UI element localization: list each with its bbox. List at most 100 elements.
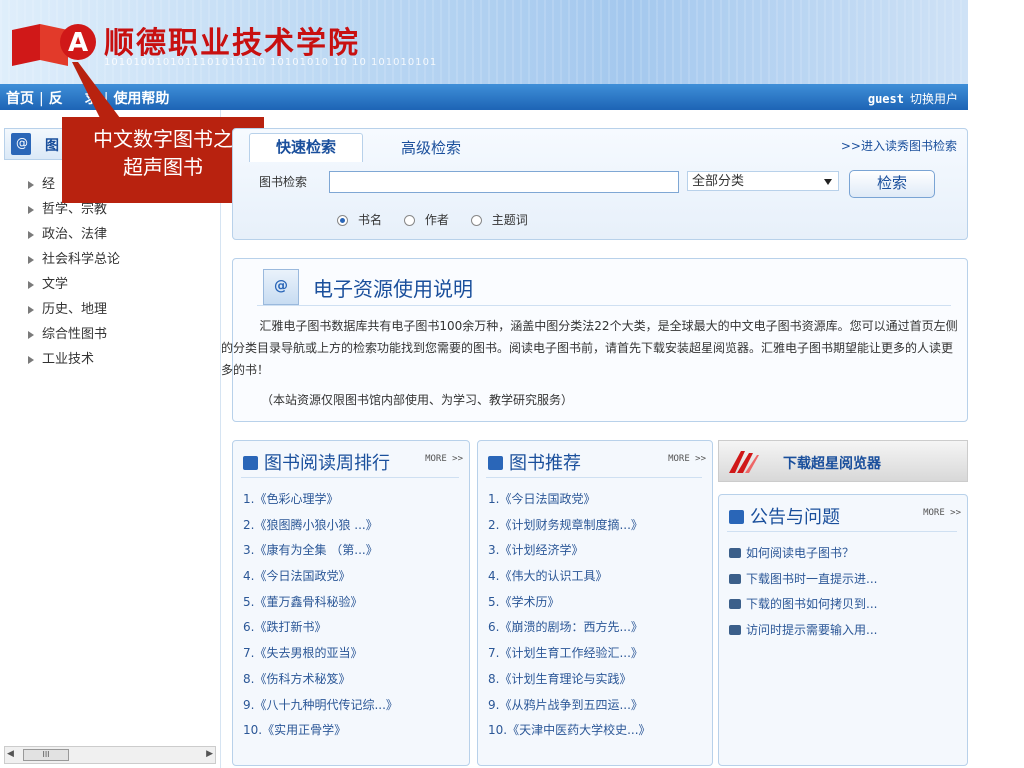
duxiu-search-link[interactable]: >>进入读秀图书检索	[841, 137, 957, 154]
recommend-more-link[interactable]: MORE >>	[668, 454, 706, 464]
weekly-rank-list: 1.《色彩心理学》 2.《狼图腾小狼小狼 ...》 3.《康有为全集 （第...…	[243, 487, 398, 744]
search-label: 图书检索	[259, 175, 308, 189]
scroll-right-icon[interactable]: ▶	[206, 749, 213, 759]
list-item[interactable]: 如何阅读电子图书？	[729, 541, 877, 567]
category-select-value: 全部分类	[692, 174, 745, 189]
divider	[257, 305, 951, 306]
question-icon	[729, 573, 741, 584]
list-item[interactable]: 9.《八十九种明代传记综...》	[243, 693, 398, 719]
notice-text: 访问时提示需要输入用...	[746, 623, 878, 638]
category-item[interactable]: 政治、法律	[26, 222, 120, 247]
category-item[interactable]: 社会科学总论	[26, 247, 120, 272]
weekly-rank-title-text: 图书阅读周排行	[264, 453, 390, 474]
search-input[interactable]	[329, 171, 679, 193]
notice-title-text: 公告与问题	[750, 507, 840, 528]
search-panel: 快速检索 高级检索 >>进入读秀图书检索 图书检索 全部分类 检索 书名 作者 …	[232, 128, 968, 240]
notice-text: 如何阅读电子图书？	[746, 546, 855, 560]
scroll-left-icon[interactable]: ◀	[7, 749, 14, 759]
download-reader-label: 下载超星阅览器	[783, 456, 881, 472]
heart-icon	[488, 456, 503, 470]
question-icon	[729, 548, 741, 558]
tab-advanced-search[interactable]: 高级检索	[401, 137, 461, 158]
info-panel: 电子资源使用说明 汇雅电子图书数据库共有电子图书100余万种，涵盖中图分类法22…	[221, 258, 968, 422]
list-item[interactable]: 7.《失去男根的亚当》	[243, 641, 398, 667]
radio-unselected-icon	[470, 215, 482, 226]
list-item[interactable]: 9.《从鸦片战争到五四运...》	[488, 693, 651, 719]
weekly-rank-more-link[interactable]: MORE >>	[425, 454, 463, 464]
notice-title: 公告与问题	[729, 503, 840, 529]
question-icon	[729, 625, 741, 636]
notice-text: 下载图书时一直提示进...	[746, 571, 878, 586]
list-item[interactable]: 下载图书时一直提示进...	[729, 567, 877, 593]
horizontal-scrollbar[interactable]: ◀ III ▶	[4, 746, 216, 764]
info-title: 电子资源使用说明	[313, 277, 473, 301]
list-item[interactable]: 7.《计划生育工作经验汇...》	[488, 641, 651, 667]
category-item[interactable]: 综合性图书	[26, 322, 120, 347]
user-box: guest 切换用户	[868, 90, 958, 107]
tab-quick-search[interactable]: 快速检索	[249, 133, 363, 162]
notice-box: 公告与问题 MORE >> 如何阅读电子图书？ 下载图书时一直提示进... 下载…	[718, 494, 968, 766]
chart-icon	[243, 456, 258, 470]
list-item[interactable]: 10.《天津中医药大学校史...》	[488, 718, 651, 744]
radio-label: 作者	[424, 213, 449, 227]
search-button[interactable]: 检索	[849, 170, 935, 198]
radio-unselected-icon	[403, 215, 415, 226]
list-item[interactable]: 8.《计划生育理论与实践》	[488, 667, 651, 693]
list-item[interactable]: 6.《崩溃的剧场：西方先...》	[488, 615, 651, 641]
list-item[interactable]: 下载的图书如何拷贝到...	[729, 592, 877, 618]
right-margin	[968, 0, 1024, 768]
radio-label: 主题词	[491, 213, 528, 227]
list-item[interactable]: 1.《色彩心理学》	[243, 487, 398, 513]
chevron-down-icon	[824, 179, 832, 185]
divider	[486, 477, 702, 478]
question-icon	[729, 599, 741, 610]
recommend-box: 图书推荐 MORE >> 1.《今日法国政党》 2.《计划财务规章制度摘...》…	[477, 440, 713, 766]
list-item[interactable]: 3.《康有为全集 （第...》	[243, 538, 398, 564]
username-label: guest	[867, 92, 904, 106]
scroll-thumb[interactable]: III	[23, 749, 69, 761]
category-item[interactable]: 历史、地理	[26, 297, 120, 322]
notice-text: 下载的图书如何拷贝到...	[746, 597, 878, 612]
book-at-icon	[263, 269, 299, 305]
email-at-icon	[11, 133, 31, 155]
list-item[interactable]: 10.《实用正骨学》	[243, 718, 398, 744]
weekly-rank-title: 图书阅读周排行	[243, 449, 390, 475]
category-item[interactable]: 文学	[26, 272, 120, 297]
download-reader-banner[interactable]: 下载超星阅览器	[718, 440, 968, 482]
info-note: （本站资源仅限图书馆内部使用、为学习、教学研究服务）	[261, 393, 574, 407]
info-body: 汇雅电子图书数据库共有电子图书100余万种，涵盖中图分类法22个大类，是全球最大…	[221, 315, 959, 381]
radio-selected-icon	[337, 215, 348, 226]
category-sidebar: 图 经 哲学、宗教 政治、法律 社会科学总论 文学 历史、地理 综合性图书 工业…	[0, 110, 221, 768]
switch-user-link[interactable]: 切换用户	[910, 92, 958, 106]
divider	[241, 477, 459, 478]
divider	[727, 531, 957, 532]
list-item[interactable]: 2.《狼图腾小狼小狼 ...》	[243, 513, 398, 539]
radio-author[interactable]: 作者	[403, 211, 449, 228]
list-item[interactable]: 访问时提示需要输入用...	[729, 618, 877, 644]
list-item[interactable]: 4.《伟大的认识工具》	[488, 564, 651, 590]
search-field-options: 书名 作者 主题词	[337, 211, 546, 228]
category-item[interactable]: 工业技术	[26, 347, 120, 372]
radio-title[interactable]: 书名	[337, 211, 382, 228]
list-item[interactable]: 1.《今日法国政党》	[488, 487, 651, 513]
weekly-rank-box: 图书阅读周排行 MORE >> 1.《色彩心理学》 2.《狼图腾小狼小狼 ...…	[232, 440, 470, 766]
notice-list: 如何阅读电子图书？ 下载图书时一直提示进... 下载的图书如何拷贝到... 访问…	[729, 541, 877, 644]
category-select[interactable]: 全部分类	[687, 171, 839, 191]
list-item[interactable]: 4.《今日法国政党》	[243, 564, 398, 590]
download-swoosh-icon	[729, 451, 759, 473]
list-item[interactable]: 3.《计划经济学》	[488, 538, 651, 564]
info-body-text: 汇雅电子图书数据库共有电子图书100余万种，涵盖中图分类法22个大类，是全球最大…	[221, 319, 958, 377]
list-item[interactable]: 5.《学术历》	[488, 590, 651, 616]
callout-pointer	[72, 62, 120, 118]
sidebar-heading: 图	[45, 138, 59, 154]
list-item[interactable]: 8.《伤科方术秘笈》	[243, 667, 398, 693]
notice-more-link[interactable]: MORE >>	[923, 508, 961, 518]
list-item[interactable]: 5.《董万鑫骨科秘验》	[243, 590, 398, 616]
list-item[interactable]: 6.《跌打新书》	[243, 615, 398, 641]
notice-icon	[729, 510, 744, 524]
radio-subject[interactable]: 主题词	[470, 211, 528, 228]
list-item[interactable]: 2.《计划财务规章制度摘...》	[488, 513, 651, 539]
recommend-title: 图书推荐	[488, 449, 581, 475]
radio-label: 书名	[358, 213, 383, 227]
recommend-title-text: 图书推荐	[509, 453, 581, 474]
